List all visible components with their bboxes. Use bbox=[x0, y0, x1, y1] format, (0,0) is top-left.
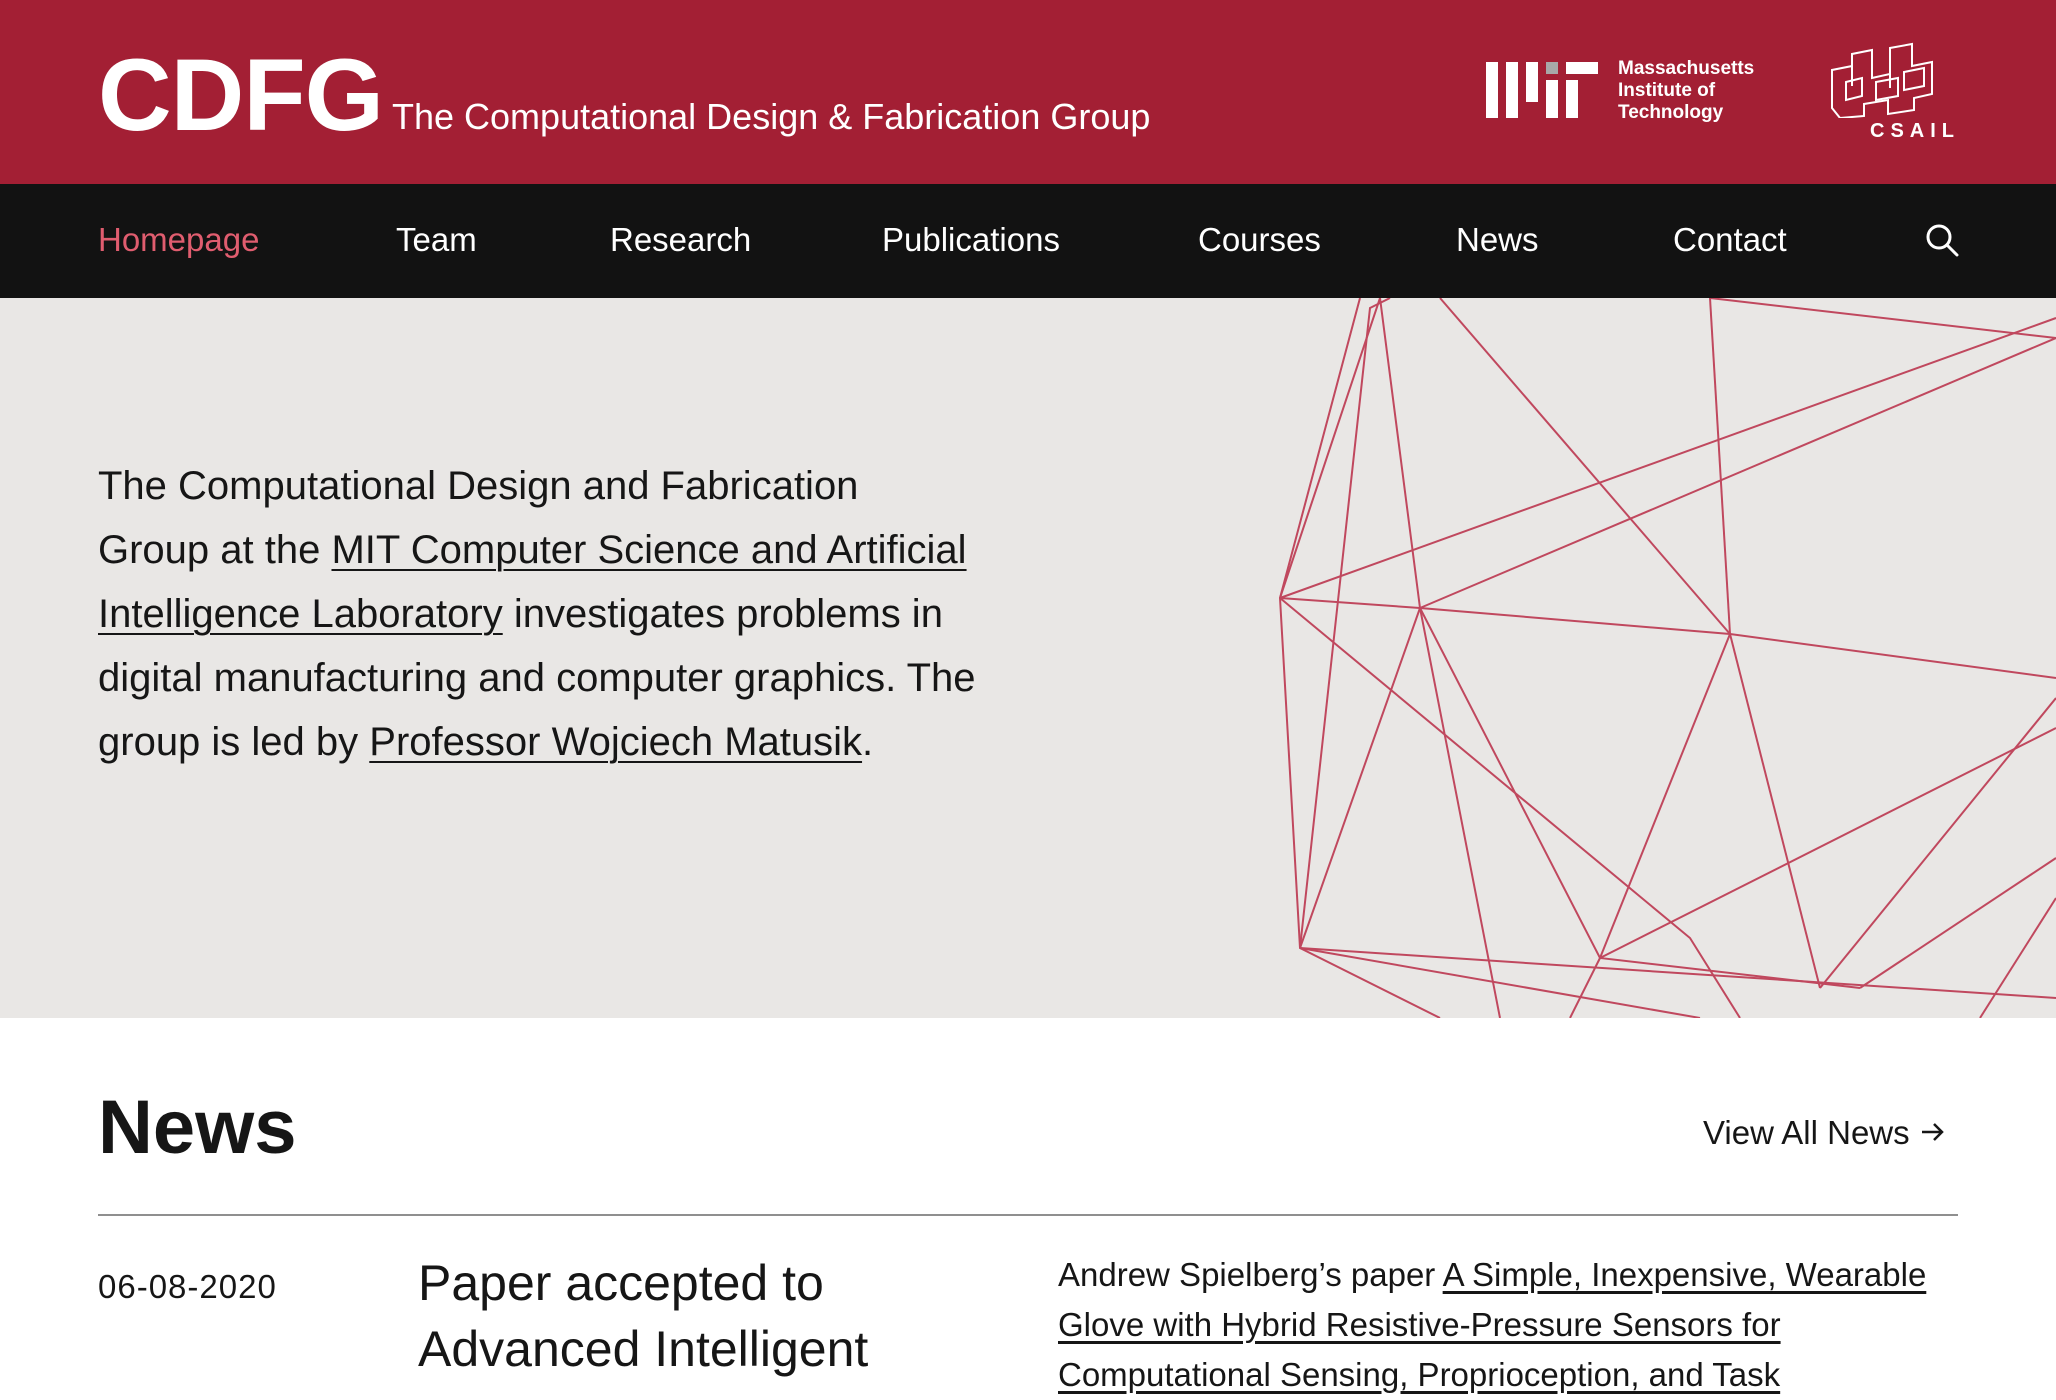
mit-line-2: Institute of bbox=[1618, 80, 1716, 101]
search-icon[interactable] bbox=[1924, 222, 1960, 258]
nav-item-contact[interactable]: Contact bbox=[1673, 221, 1787, 258]
mit-line-1: Massachusetts bbox=[1618, 58, 1755, 79]
csail-wordmark: CSAIL bbox=[1870, 120, 1960, 142]
nav-item-homepage[interactable]: Homepage bbox=[98, 221, 259, 258]
view-all-news-link[interactable]: View All News bbox=[1703, 1114, 1946, 1152]
hero-section: The Computational Design and Fabrication… bbox=[0, 298, 2056, 1018]
wireframe-mesh-graphic bbox=[1278, 298, 2056, 1018]
csail-logo-icon[interactable] bbox=[1828, 42, 1944, 118]
professor-link[interactable]: Professor Wojciech Matusik bbox=[369, 720, 862, 764]
main-nav: Homepage Team Research Publications Cour… bbox=[0, 184, 2056, 298]
site-logo-text[interactable]: CDFG bbox=[98, 44, 384, 146]
hero-text-part-3: . bbox=[862, 720, 874, 764]
nav-item-research[interactable]: Research bbox=[610, 221, 751, 258]
nav-item-courses[interactable]: Courses bbox=[1198, 221, 1321, 258]
site-header: CDFG The Computational Design & Fabricat… bbox=[0, 0, 2056, 184]
nav-item-news[interactable]: News bbox=[1456, 221, 1539, 258]
news-item-headline[interactable]: Paper accepted to Advanced Intelligent bbox=[418, 1250, 978, 1382]
hero-intro-text: The Computational Design and Fabrication… bbox=[98, 454, 978, 774]
site-tagline: The Computational Design & Fabrication G… bbox=[392, 96, 1151, 137]
news-body-prefix: Andrew Spielberg’s paper bbox=[1058, 1256, 1443, 1293]
mit-logo-icon[interactable] bbox=[1486, 62, 1598, 118]
view-all-news-label: View All News bbox=[1703, 1114, 1910, 1151]
news-item-body: Andrew Spielberg’s paper A Simple, Inexp… bbox=[1058, 1250, 1958, 1400]
nav-item-publications[interactable]: Publications bbox=[882, 221, 1060, 258]
news-divider bbox=[98, 1214, 1958, 1216]
nav-item-team[interactable]: Team bbox=[396, 221, 477, 258]
arrow-right-icon bbox=[1920, 1114, 1946, 1152]
mit-line-3: Technology bbox=[1618, 102, 1724, 123]
mit-wordmark: Massachusetts Institute of Technology bbox=[1618, 58, 1754, 124]
news-heading: News bbox=[98, 1085, 297, 1170]
news-item-date: 06-08-2020 bbox=[98, 1268, 277, 1305]
